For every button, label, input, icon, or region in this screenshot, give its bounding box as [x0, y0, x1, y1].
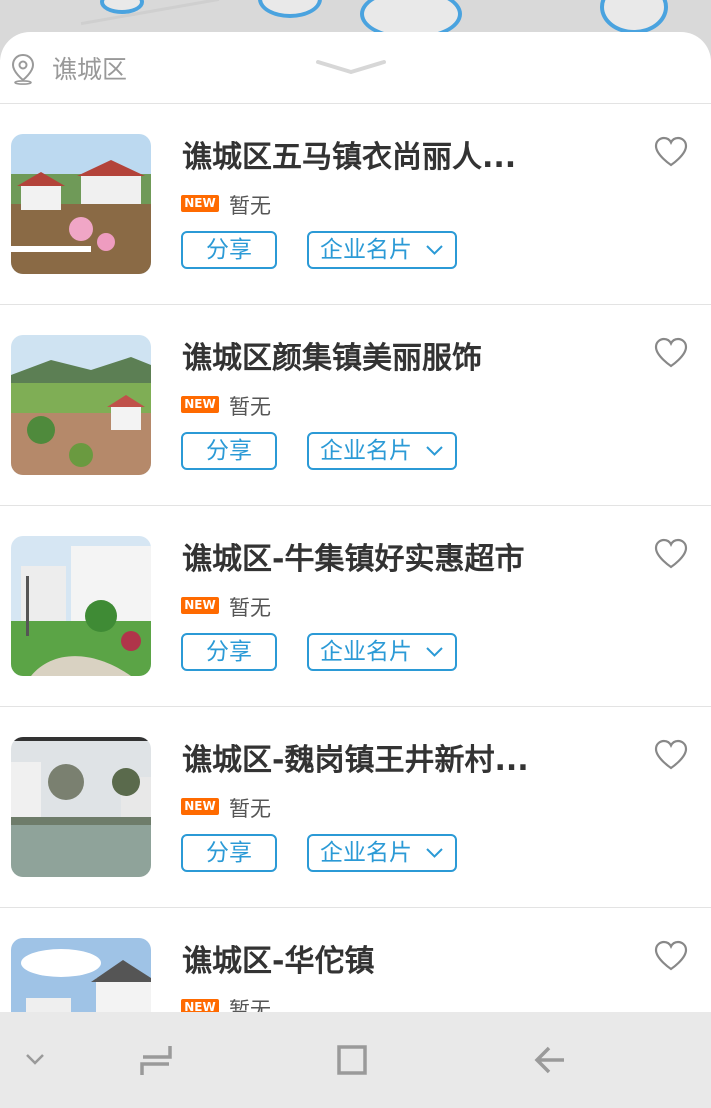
new-badge: NEW — [181, 396, 219, 413]
shop-thumbnail[interactable] — [11, 134, 151, 274]
status-text: 暂无 — [229, 998, 271, 1012]
sheet-handle-icon[interactable] — [315, 58, 387, 76]
status-text: 暂无 — [229, 797, 271, 821]
shop-list: 谯城区五马镇衣尚丽人... NEW 暂无 分享 企业名片 谯城区颜集镇美丽服饰 … — [0, 104, 711, 1012]
nav-home-icon[interactable] — [334, 1042, 370, 1078]
business-card-dropdown[interactable]: 企业名片 — [307, 834, 457, 872]
village-photo — [11, 134, 151, 274]
status-text: 暂无 — [229, 194, 271, 218]
new-badge: NEW — [181, 597, 219, 614]
village-photo — [11, 737, 151, 877]
system-navigation-bar — [0, 1012, 711, 1108]
list-item[interactable]: 谯城区颜集镇美丽服饰 NEW 暂无 分享 企业名片 — [0, 305, 711, 506]
heart-icon[interactable] — [653, 136, 689, 168]
shop-thumbnail[interactable] — [11, 737, 151, 877]
list-item[interactable]: 谯城区-魏岗镇王井新村... NEW 暂无 分享 企业名片 — [0, 707, 711, 908]
village-photo — [11, 335, 151, 475]
list-item[interactable]: 谯城区-牛集镇好实惠超市 NEW 暂无 分享 企业名片 — [0, 506, 711, 707]
status-text: 暂无 — [229, 395, 271, 419]
heart-icon[interactable] — [653, 538, 689, 570]
status-text: 暂无 — [229, 596, 271, 620]
shop-title[interactable]: 谯城区颜集镇美丽服饰 — [182, 333, 622, 377]
heart-icon[interactable] — [653, 739, 689, 771]
business-card-dropdown[interactable]: 企业名片 — [307, 231, 457, 269]
heart-icon[interactable] — [653, 940, 689, 972]
chevron-down-icon — [426, 245, 443, 255]
share-button[interactable]: 分享 — [181, 432, 277, 470]
shop-thumbnail[interactable] — [11, 938, 151, 1012]
shop-thumbnail[interactable] — [11, 536, 151, 676]
new-badge: NEW — [181, 195, 219, 212]
new-badge: NEW — [181, 999, 219, 1012]
shop-thumbnail[interactable] — [11, 335, 151, 475]
location-label: 谯城区 — [52, 55, 128, 84]
business-card-label: 企业名片 — [320, 639, 412, 665]
share-button[interactable]: 分享 — [181, 633, 277, 671]
share-button[interactable]: 分享 — [181, 231, 277, 269]
results-sheet: 谯城区 谯城区五马镇衣尚丽人... NEW 暂无 分享 企业名片 谯城区颜集镇美… — [0, 32, 711, 1012]
village-photo — [11, 938, 151, 1012]
chevron-down-icon — [426, 446, 443, 456]
shop-title[interactable]: 谯城区-牛集镇好实惠超市 — [182, 534, 622, 578]
heart-icon[interactable] — [653, 337, 689, 369]
shop-title[interactable]: 谯城区五马镇衣尚丽人... — [182, 132, 622, 176]
share-button[interactable]: 分享 — [181, 834, 277, 872]
list-item[interactable]: 谯城区-华佗镇 NEW 暂无 — [0, 908, 711, 1012]
new-badge: NEW — [181, 798, 219, 815]
business-card-label: 企业名片 — [320, 438, 412, 464]
chevron-down-icon — [426, 848, 443, 858]
map-marker — [258, 0, 322, 18]
nav-back-icon[interactable] — [533, 1044, 567, 1076]
shop-title[interactable]: 谯城区-魏岗镇王井新村... — [182, 735, 622, 779]
map-marker — [600, 0, 668, 34]
business-card-dropdown[interactable]: 企业名片 — [307, 432, 457, 470]
nav-recents-icon[interactable] — [138, 1042, 174, 1078]
chevron-down-icon — [426, 647, 443, 657]
business-card-label: 企业名片 — [320, 237, 412, 263]
location-pin-icon — [11, 53, 35, 85]
village-photo — [11, 536, 151, 676]
shop-title[interactable]: 谯城区-华佗镇 — [182, 936, 622, 980]
location-bar: 谯城区 — [0, 32, 711, 104]
list-item[interactable]: 谯城区五马镇衣尚丽人... NEW 暂无 分享 企业名片 — [0, 104, 711, 305]
business-card-dropdown[interactable]: 企业名片 — [307, 633, 457, 671]
business-card-label: 企业名片 — [320, 840, 412, 866]
nav-hide-icon[interactable] — [24, 1052, 46, 1066]
